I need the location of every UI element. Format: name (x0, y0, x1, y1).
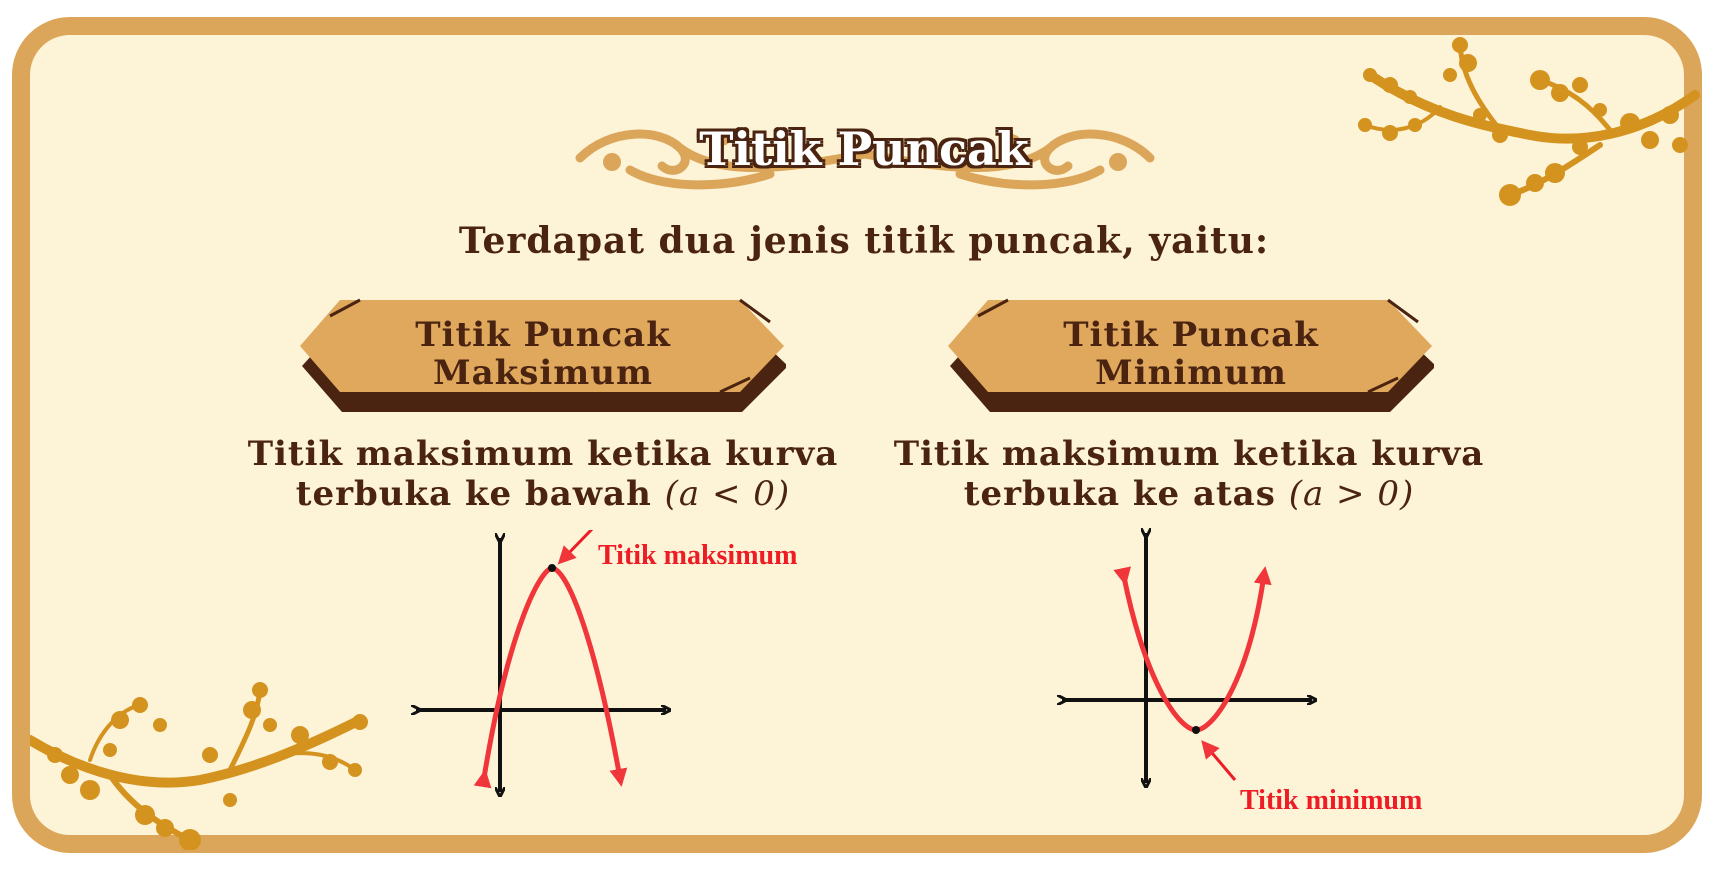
callout-arrow (1201, 740, 1237, 781)
graph-minimum (1050, 525, 1350, 805)
desc-minimum-math: (a > 0) (1288, 474, 1415, 514)
slide: Titik Puncak Terdapat dua jenis titik pu… (0, 0, 1728, 876)
desc-maksimum-text: terbuka ke bawah (295, 474, 652, 514)
desc-minimum: Titik maksimum ketika kurva terbuka ke a… (866, 434, 1512, 514)
desc-minimum-line1: Titik maksimum ketika kurva (893, 434, 1485, 474)
desc-maksimum: Titik maksimum ketika kurva terbuka ke b… (220, 434, 866, 514)
sign-maksimum-label: Titik Puncak Maksimum (300, 316, 786, 392)
sign-maksimum-line1: Titik Puncak (415, 315, 671, 355)
sign-minimum-line2: Minimum (1095, 353, 1287, 393)
autumn-branch-bottom-left-icon (30, 682, 368, 850)
autumn-branch-top-right-icon (1358, 37, 1700, 206)
desc-maksimum-math: (a < 0) (664, 474, 791, 514)
desc-maksimum-line1: Titik maksimum ketika kurva (247, 434, 839, 474)
sign-minimum-line1: Titik Puncak (1063, 315, 1319, 355)
max-point (548, 564, 556, 572)
parabola-curve (473, 565, 628, 789)
min-point (1192, 726, 1200, 734)
callout-arrow (557, 530, 594, 565)
subtitle: Terdapat dua jenis titik puncak, yaitu: (458, 220, 1270, 262)
sign-maksimum-line2: Maksimum (433, 353, 653, 393)
desc-minimum-line2: terbuka ke atas (a > 0) (866, 474, 1512, 514)
desc-minimum-text: terbuka ke atas (963, 474, 1276, 514)
callout-maksimum: Titik maksimum (598, 540, 798, 571)
desc-maksimum-line2: terbuka ke bawah (a < 0) (220, 474, 866, 514)
callout-minimum: Titik minimum (1240, 785, 1423, 816)
sign-minimum-label: Titik Puncak Minimum (948, 316, 1434, 392)
graph-maksimum (400, 530, 700, 810)
